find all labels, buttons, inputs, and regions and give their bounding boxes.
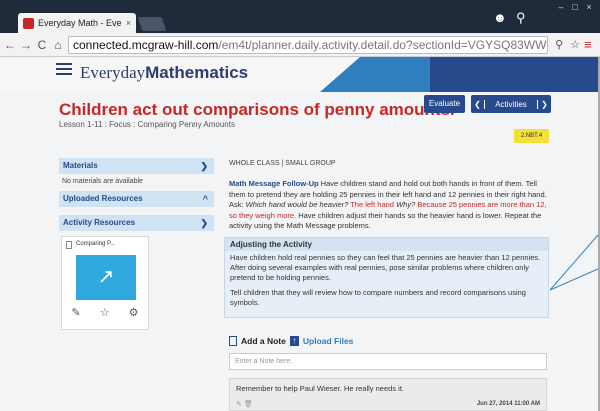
url-path: /em4t/planner.daily.activity.detail.do?s… <box>218 37 547 52</box>
uploaded-resources-header[interactable]: Uploaded Resources ^ <box>59 191 214 207</box>
tab-title: Everyday Math - Everyday <box>38 18 122 28</box>
activities-button[interactable]: Activities <box>485 100 537 109</box>
maximize-button[interactable]: □ <box>568 0 582 14</box>
reload-button[interactable]: C <box>36 38 48 52</box>
address-bar[interactable]: connected.mcgraw-hill.com /em4t/planner.… <box>68 35 549 54</box>
header-band <box>320 57 598 92</box>
search-icon[interactable]: ⚲ <box>516 10 526 26</box>
evaluate-button[interactable]: Evaluate <box>424 95 465 113</box>
resource-card-tools: ✎ ☆ ⚙ <box>62 306 148 319</box>
note-edit-icons: ✎ 🗑 <box>236 400 253 408</box>
add-note-button[interactable]: Add a Note <box>241 336 286 346</box>
browser-tab[interactable]: Everyday Math - Everyday × <box>18 13 136 33</box>
next-activity-button[interactable]: ❯ <box>537 99 551 109</box>
resource-card[interactable]: Comparing P... ↗ ✎ ☆ ⚙ <box>61 236 149 330</box>
favicon-icon <box>23 17 34 29</box>
delete-note-icon[interactable]: 🗑 <box>244 401 253 408</box>
resource-card-title: Comparing P... <box>76 241 116 247</box>
note-input[interactable] <box>229 353 547 370</box>
adjusting-title: Adjusting the Activity <box>225 238 548 251</box>
bookmark-star-icon[interactable]: ☆ <box>570 38 580 51</box>
materials-header[interactable]: Materials ❯ <box>59 158 214 174</box>
resource-thumbnail[interactable]: ↗ <box>76 255 136 300</box>
document-icon <box>66 241 72 249</box>
brand-logo[interactable]: EverydayMathematics <box>80 63 248 83</box>
activities-nav: ❮ Activities ❯ <box>471 95 551 113</box>
chevron-up-icon: ^ <box>202 194 208 204</box>
edit-note-icon[interactable]: ✎ <box>236 401 242 408</box>
standard-badge[interactable]: 2.NBT.4 <box>514 129 549 143</box>
zoom-icon[interactable]: ⚲ <box>555 38 563 51</box>
previous-activity-button[interactable]: ❮ <box>471 99 485 109</box>
adjusting-activity-box: Adjusting the Activity Have children hol… <box>224 237 549 318</box>
activity-text: Math Message Follow-Up Have children sta… <box>229 179 551 232</box>
external-link-icon: ↗ <box>97 266 115 288</box>
browser-titlebar: Everyday Math - Everyday × – □ × <box>0 0 600 33</box>
adjusting-paragraph-2: Tell children that they will review how … <box>230 288 526 307</box>
note-date: Jun 27, 2014 11:00 AM <box>476 401 540 407</box>
back-button[interactable]: ← <box>4 38 16 52</box>
chevron-down-icon: ❯ <box>200 161 208 171</box>
note-actions-row: Add a Note ↑ Upload Files <box>229 336 353 346</box>
browser-toolbar: ← → C ⌂ connected.mcgraw-hill.com /em4t/… <box>0 33 600 57</box>
upload-icon: ↑ <box>289 336 299 346</box>
activity-resources-header[interactable]: Activity Resources ❯ <box>59 215 214 231</box>
activity-answer1: The left hand <box>348 200 397 209</box>
activity-lead: Math Message Follow-Up <box>229 179 319 188</box>
tab-close-icon[interactable]: × <box>126 18 131 28</box>
group-tag: WHOLE CLASS | SMALL GROUP <box>229 160 336 167</box>
adjusting-paragraph-1: Have children hold real pennies so they … <box>230 253 541 282</box>
note-icon <box>229 336 237 346</box>
activity-resources-label: Activity Resources <box>63 218 136 227</box>
forward-button[interactable]: → <box>20 38 32 52</box>
uploaded-resources-label: Uploaded Resources <box>63 194 143 203</box>
materials-label: Materials <box>63 161 98 170</box>
note-card: Remember to help Paul Wieser. He really … <box>229 378 547 411</box>
lesson-subtitle: Lesson 1-11 : Focus : Comparing Penny Am… <box>59 120 235 129</box>
star-icon[interactable]: ☆ <box>100 306 110 319</box>
hamburger-menu-icon[interactable] <box>56 63 72 79</box>
app-header: EverydayMathematics <box>0 57 598 92</box>
no-materials-text: No materials are available <box>62 178 143 185</box>
gear-icon[interactable]: ⚙ <box>129 306 139 319</box>
main-content: Children act out comparisons of penny am… <box>0 92 598 411</box>
chevron-down-icon: ❯ <box>200 218 208 228</box>
activity-question: Which hand would be heavier? <box>245 200 349 209</box>
window-controls: – □ × <box>554 0 596 14</box>
pencil-icon[interactable]: ✎ <box>72 306 81 319</box>
url-host: connected.mcgraw-hill.com <box>73 37 219 52</box>
browser-menu-icon[interactable]: ≡ <box>584 37 596 52</box>
activity-why: Why? <box>396 200 416 209</box>
page-title: Children act out comparisons of penny am… <box>59 100 455 119</box>
note-text: Remember to help Paul Wieser. He really … <box>236 384 404 393</box>
new-tab-button[interactable] <box>137 17 167 31</box>
home-button[interactable]: ⌂ <box>52 38 64 52</box>
callout-pointer <box>550 234 598 291</box>
minimize-button[interactable]: – <box>554 0 568 14</box>
close-window-button[interactable]: × <box>582 0 596 14</box>
user-icon[interactable]: ☻ <box>493 10 507 25</box>
upload-files-button[interactable]: Upload Files <box>303 336 354 346</box>
